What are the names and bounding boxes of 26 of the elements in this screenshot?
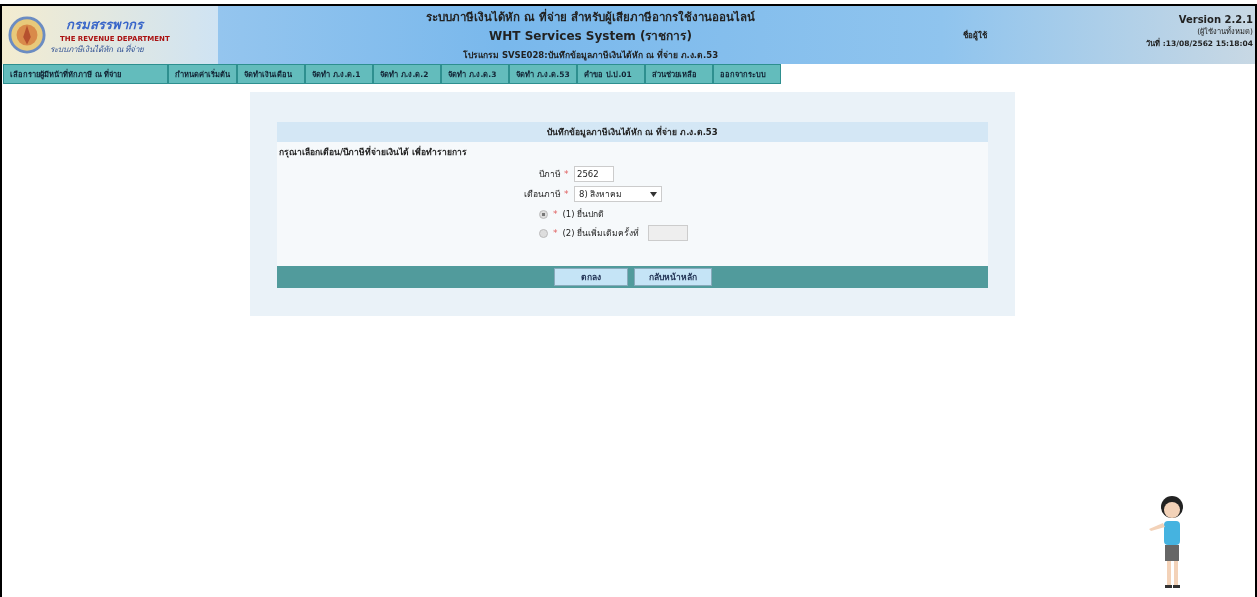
form-title: บันทึกข้อมูลภาษีเงินได้หัก ณ ที่จ่าย ภ.ง.ด.53 (277, 122, 988, 142)
user-label: ชื่อผู้ใช้ (963, 29, 987, 42)
count-input[interactable] (648, 225, 689, 241)
required-mark: * (564, 169, 570, 179)
system-title: ระบบภาษีเงินได้หัก ณ ที่จ่าย สำหรับผู้เสียภาษีอากรใช้งานออนไลน์ (426, 8, 755, 26)
option-label: (1) ยื่นปกติ (562, 207, 605, 221)
required-mark: * (564, 189, 570, 199)
version-text: Version 2.2.1 (1178, 14, 1253, 25)
system-subtitle: WHT Services System (ราชการ) (489, 28, 692, 45)
field-label: เดือนภาษี (523, 188, 562, 201)
month-select[interactable]: 8) สิงหาคม (574, 186, 662, 202)
form-button[interactable]: กลับหน้าหลัก (633, 268, 712, 286)
radio-button[interactable] (539, 228, 548, 238)
radio-button[interactable] (539, 209, 548, 219)
instruction-text: กรุณาเลือกเดือน/ปีภาษีที่จ่ายเงินได้ เพื่อทำรายการ (278, 145, 469, 160)
required-mark: * (553, 228, 558, 238)
field-label: ปีภาษี (538, 168, 562, 181)
logo-title: กรมสรรพากร (66, 16, 146, 34)
option-label: (2) ยื่นเพิ่มเติมครั้งที่ (562, 226, 640, 240)
required-mark: * (553, 209, 558, 219)
program-name: โปรแกรม SVSE028:บันทึกข้อมูลภาษีเงินได้หัก ณ ที่จ่าย ภ.ง.ด.53 (462, 48, 719, 62)
year-input[interactable]: 2562 (574, 166, 614, 182)
logo-system-name: ระบบภาษีเงินได้หัก ณ ที่จ่าย (50, 43, 146, 56)
form-button[interactable]: ตกลง (553, 268, 628, 286)
seal-icon (8, 16, 46, 54)
caret-icon (650, 191, 657, 197)
